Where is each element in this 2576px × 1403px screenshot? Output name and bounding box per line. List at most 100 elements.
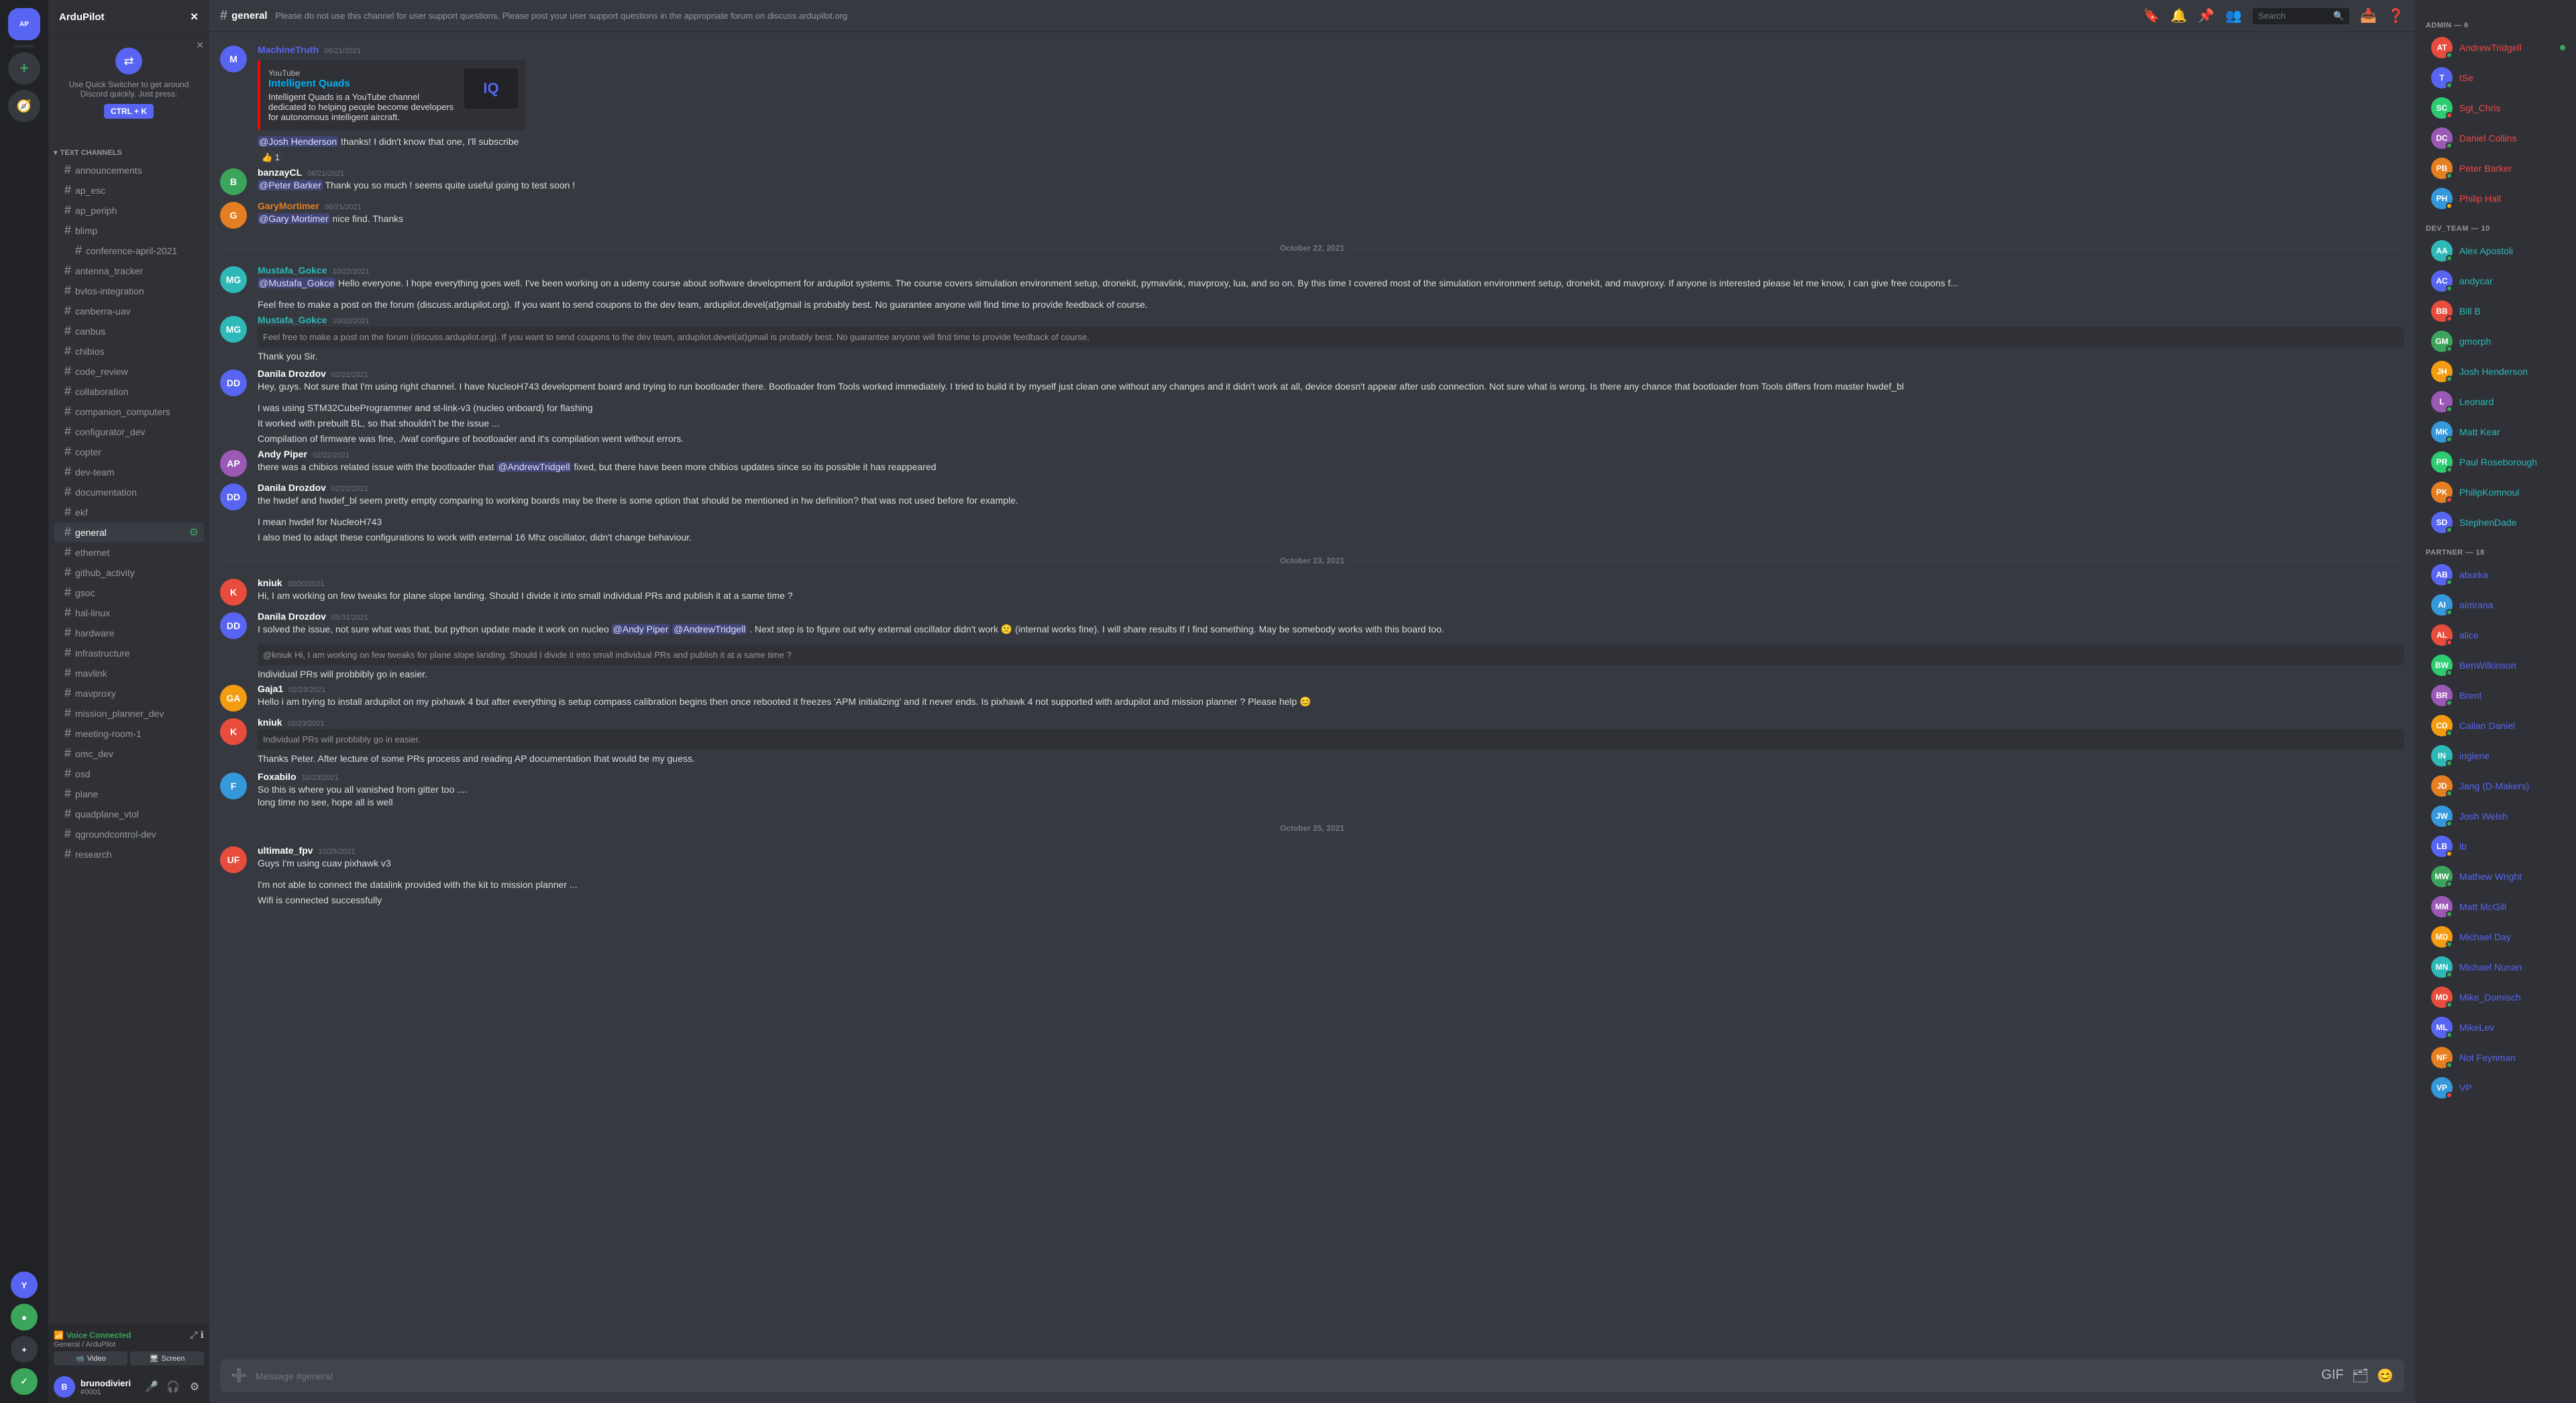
- video-button[interactable]: 📹 Video: [54, 1351, 127, 1365]
- voice-expand-icon[interactable]: ⤢: [190, 1329, 197, 1341]
- channel-item-ethernet[interactable]: #ethernet: [54, 543, 204, 562]
- channel-item-dev-team[interactable]: #dev-team: [54, 462, 204, 482]
- message-input[interactable]: ➕ Message #general GIF 🗂 😊: [220, 1359, 2404, 1392]
- member-item[interactable]: MK Matt Kear: [2420, 417, 2571, 447]
- inbox-icon[interactable]: 📥: [2360, 7, 2377, 24]
- member-item[interactable]: PB Peter Barker: [2420, 154, 2571, 183]
- channel-item-canbus[interactable]: #canbus: [54, 321, 204, 341]
- server-icon-add[interactable]: +: [8, 52, 40, 85]
- deafen-button[interactable]: 🎧: [164, 1378, 182, 1396]
- mute-button[interactable]: 🎤: [142, 1378, 161, 1396]
- member-item[interactable]: BW BenWilkinson: [2420, 651, 2571, 680]
- member-item[interactable]: DC Daniel Collins: [2420, 123, 2571, 153]
- close-quick-switcher[interactable]: ✕: [196, 40, 204, 51]
- member-item[interactable]: MW Mathew Wright: [2420, 862, 2571, 891]
- member-item[interactable]: MM Matt McGill: [2420, 892, 2571, 921]
- member-item[interactable]: IN inglene: [2420, 741, 2571, 771]
- channel-item-mission_planner_dev[interactable]: #mission_planner_dev: [54, 704, 204, 723]
- member-item[interactable]: NF Not Feynman: [2420, 1043, 2571, 1072]
- member-item[interactable]: SC Sgt_Chris: [2420, 93, 2571, 123]
- pin-icon[interactable]: 📌: [2198, 7, 2214, 24]
- channel-item-general[interactable]: #general ⚙: [54, 522, 204, 542]
- member-item[interactable]: LB lb: [2420, 832, 2571, 861]
- member-item[interactable]: ML MikeLev: [2420, 1013, 2571, 1042]
- channel-item-configurator_dev[interactable]: #configurator_dev: [54, 422, 204, 441]
- member-item[interactable]: PK PhilipKomnoul: [2420, 478, 2571, 507]
- channel-item-collaboration[interactable]: #collaboration: [54, 382, 204, 401]
- channel-item-hardware[interactable]: #hardware: [54, 623, 204, 642]
- member-item[interactable]: CD Callan Daniel: [2420, 711, 2571, 740]
- member-item[interactable]: BR Brent: [2420, 681, 2571, 710]
- text-channels-category[interactable]: ▾ TEXT CHANNELS: [48, 137, 209, 160]
- reaction[interactable]: 👍 1: [258, 151, 284, 164]
- message-input-field[interactable]: Message #general: [256, 1371, 2313, 1382]
- channel-item-omc_dev[interactable]: #omc_dev: [54, 744, 204, 763]
- member-item[interactable]: AA Alex Apostoli: [2420, 236, 2571, 266]
- add-file-icon[interactable]: ➕: [231, 1367, 248, 1384]
- channel-item-chibios[interactable]: #chibios: [54, 341, 204, 361]
- channel-item-hal-linux[interactable]: #hal-linux: [54, 603, 204, 622]
- member-item[interactable]: GM gmorph: [2420, 327, 2571, 356]
- member-item[interactable]: AC andycar: [2420, 266, 2571, 296]
- channel-item-announcements[interactable]: #announcements: [54, 160, 204, 180]
- member-item[interactable]: AI aimrana: [2420, 590, 2571, 620]
- sticker-icon[interactable]: 🗂: [2352, 1367, 2369, 1384]
- channel-item-copter[interactable]: #copter: [54, 442, 204, 461]
- channel-item-ap_esc[interactable]: #ap_esc: [54, 180, 204, 200]
- nav-icon-1[interactable]: Y: [11, 1272, 38, 1298]
- screen-button[interactable]: 🖥 Screen: [130, 1351, 204, 1365]
- member-item[interactable]: T tSe: [2420, 63, 2571, 93]
- member-item[interactable]: MD Mike_Domisch: [2420, 983, 2571, 1012]
- help-icon[interactable]: ❓: [2387, 7, 2404, 24]
- member-item[interactable]: MN Michael Nunan: [2420, 952, 2571, 982]
- channel-item-blimp[interactable]: #blimp: [54, 221, 204, 240]
- server-icon-ardupilot[interactable]: AP: [8, 8, 40, 40]
- member-item[interactable]: L Leonard: [2420, 387, 2571, 416]
- member-item[interactable]: PH Philip Hall: [2420, 184, 2571, 213]
- nav-icon-3[interactable]: +: [11, 1336, 38, 1363]
- channel-item-antenna_tracker[interactable]: #antenna_tracker: [54, 261, 204, 280]
- member-item[interactable]: MD Michael Day: [2420, 922, 2571, 952]
- bell-icon[interactable]: 🔔: [2170, 7, 2187, 24]
- channel-item-plane[interactable]: #plane: [54, 784, 204, 803]
- search-bar[interactable]: Search 🔍: [2253, 8, 2349, 24]
- member-item[interactable]: BB Bill B: [2420, 296, 2571, 326]
- channel-item-ekf[interactable]: #ekf: [54, 502, 204, 522]
- thread-icon[interactable]: 🔖: [2143, 7, 2160, 24]
- channel-item-conference-april-2021[interactable]: #conference-april-2021: [54, 241, 204, 260]
- channel-item-qgroundcontrol-dev[interactable]: #qgroundcontrol-dev: [54, 824, 204, 844]
- voice-info-icon[interactable]: ℹ: [201, 1329, 204, 1341]
- channel-item-companion_computers[interactable]: #companion_computers: [54, 402, 204, 421]
- member-item[interactable]: JH Josh Henderson: [2420, 357, 2571, 386]
- channel-item-canberra-uav[interactable]: #canberra-uav: [54, 301, 204, 321]
- member-item-josh-welsh[interactable]: JW Josh Welsh: [2420, 801, 2571, 831]
- member-item[interactable]: SD StephenDade: [2420, 508, 2571, 537]
- members-icon[interactable]: 👥: [2225, 7, 2242, 24]
- nav-icon-2[interactable]: ●: [11, 1304, 38, 1331]
- member-item[interactable]: VP VP: [2420, 1073, 2571, 1103]
- channel-item-gsoc[interactable]: #gsoc: [54, 583, 204, 602]
- channel-item-documentation[interactable]: #documentation: [54, 482, 204, 502]
- server-name[interactable]: ArduPilot ✕: [48, 0, 209, 34]
- server-icon-explore[interactable]: 🧭: [8, 90, 40, 122]
- channel-item-code_review[interactable]: #code_review: [54, 361, 204, 381]
- channel-item-quadplane_vtol[interactable]: #quadplane_vtol: [54, 804, 204, 824]
- member-item[interactable]: AL alice: [2420, 620, 2571, 650]
- quick-switcher-key[interactable]: CTRL + K: [104, 104, 154, 119]
- nav-icon-4[interactable]: ✓: [11, 1368, 38, 1395]
- channel-item-osd[interactable]: #osd: [54, 764, 204, 783]
- channel-item-mavproxy[interactable]: #mavproxy: [54, 683, 204, 703]
- member-item[interactable]: JD Jang (D-Makers): [2420, 771, 2571, 801]
- channel-item-mavlink[interactable]: #mavlink: [54, 663, 204, 683]
- channel-item-infrastructure[interactable]: #infrastructure: [54, 643, 204, 663]
- channel-settings-icon[interactable]: ⚙: [189, 526, 199, 539]
- member-item[interactable]: PR Paul Roseborough: [2420, 447, 2571, 477]
- member-item[interactable]: AT AndrewTridgell: [2420, 33, 2571, 62]
- gif-icon[interactable]: GIF: [2321, 1367, 2343, 1384]
- channel-item-github_activity[interactable]: #github_activity: [54, 563, 204, 582]
- member-item[interactable]: AB aburka: [2420, 560, 2571, 590]
- channel-item-ap_periph[interactable]: #ap_periph: [54, 201, 204, 220]
- settings-button[interactable]: ⚙: [185, 1378, 204, 1396]
- channel-item-meeting-room-1[interactable]: #meeting-room-1: [54, 724, 204, 743]
- emoji-icon[interactable]: 😊: [2377, 1367, 2394, 1384]
